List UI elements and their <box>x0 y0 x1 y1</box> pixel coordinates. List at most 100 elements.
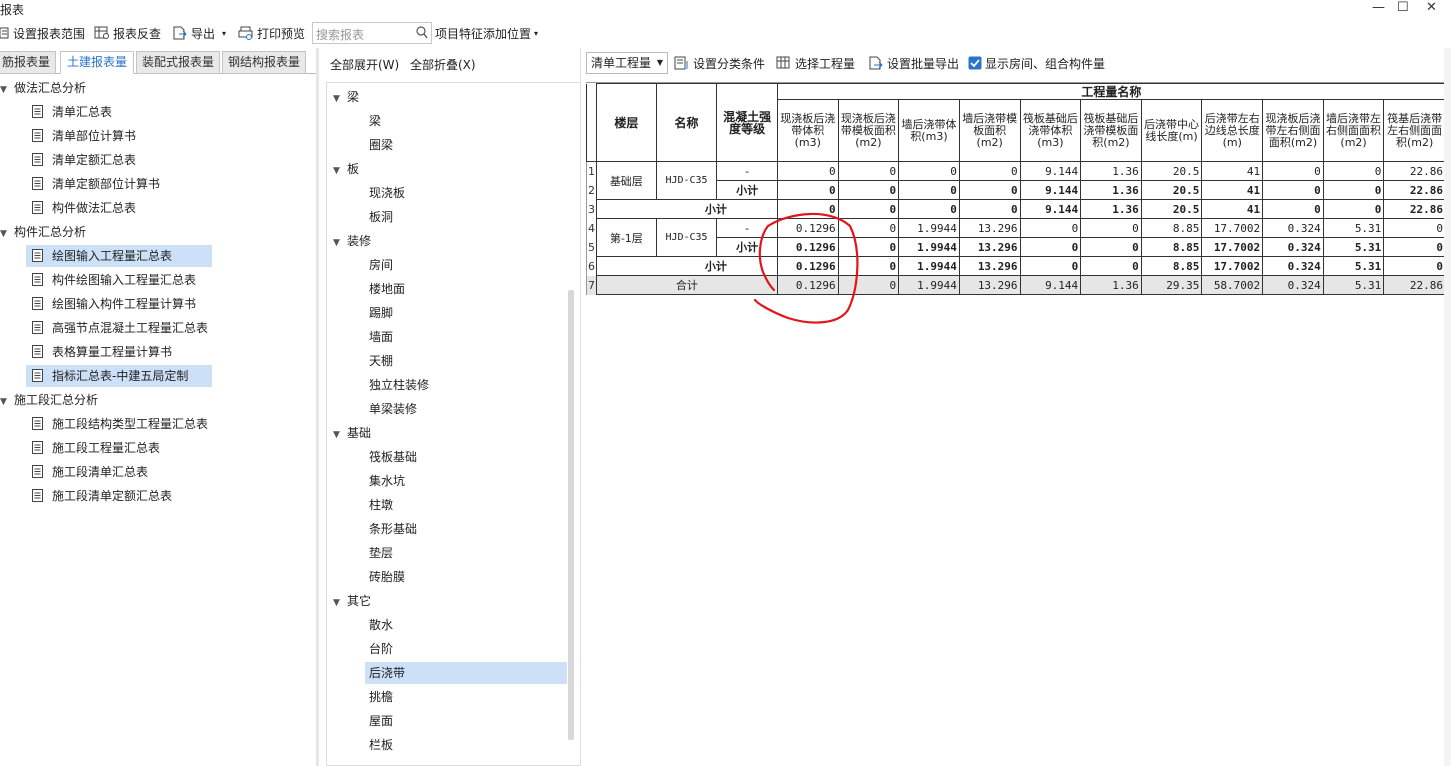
header-quantity-column[interactable]: 现浇板后浇带体积(m3) <box>776 99 839 162</box>
select-quantity-button[interactable]: 选择工程量 <box>776 54 855 72</box>
collapse-arrow-icon[interactable]: ▼ <box>0 79 8 101</box>
cell-value[interactable]: 0 <box>837 161 900 181</box>
tree-group[interactable]: ▼ 构件汇总分析 <box>0 221 86 243</box>
cell-value[interactable]: 1.9944 <box>898 218 960 238</box>
cell-value[interactable]: 5.31 <box>1322 275 1385 295</box>
component-item[interactable]: 天棚 <box>365 350 567 372</box>
cell-value[interactable]: 0 <box>1383 218 1446 238</box>
cell-value[interactable]: 8.85 <box>1140 237 1203 257</box>
component-item[interactable]: 独立柱装修 <box>365 374 567 396</box>
cell-value[interactable]: 13.296 <box>958 256 1021 276</box>
cell-value[interactable]: 0 <box>1322 161 1385 181</box>
print-preview-button[interactable]: 打印预览 <box>238 24 305 42</box>
cell-name[interactable]: HJD-C35 <box>655 161 718 200</box>
component-item[interactable]: 台阶 <box>365 638 567 660</box>
cell-value[interactable]: 1.9944 <box>898 275 960 295</box>
component-item[interactable]: 垫层 <box>365 542 567 564</box>
cell-value[interactable]: 8.85 <box>1140 256 1203 276</box>
reverse-check-button[interactable]: 报表反查 <box>94 24 161 42</box>
collapse-arrow-icon[interactable]: ▼ <box>0 391 8 413</box>
component-group[interactable]: ▼ 梁 <box>333 86 359 108</box>
tab-civil-report[interactable]: 土建报表量 <box>60 51 134 74</box>
tree-item-report[interactable]: 绘图输入构件工程量计算书 <box>26 293 212 315</box>
component-group[interactable]: ▼ 其它 <box>333 590 371 612</box>
tab-steel-report[interactable]: 钢结构报表量 <box>222 51 306 74</box>
tree-item-report[interactable]: 构件做法汇总表 <box>26 197 212 219</box>
tab-prefab-report[interactable]: 装配式报表量 <box>136 51 220 74</box>
cell-value[interactable]: 0 <box>837 256 900 276</box>
component-item[interactable]: 单梁装修 <box>365 398 567 420</box>
cell-grade[interactable]: - <box>716 161 778 181</box>
project-feature-dropdown[interactable]: 项目特征添加位置 ▾ <box>435 24 538 42</box>
table-row[interactable]: 3 小计 0 0 0 0 9.144 1.36 20.5 41 0 0 22.86 <box>586 199 1446 219</box>
header-quantity-column[interactable]: 后浇带左右边线总长度(m) <box>1201 99 1264 162</box>
cell-value[interactable]: 22.86 <box>1383 275 1446 295</box>
component-item[interactable]: 栏板 <box>365 734 567 756</box>
cell-grade[interactable]: 小计 <box>716 180 778 200</box>
tree-item-report[interactable]: 表格算量工程量计算书 <box>26 341 212 363</box>
cell-value[interactable]: 20.5 <box>1140 161 1203 181</box>
table-row[interactable]: 6 小计 0.1296 0 1.9944 13.296 0 0 8.85 17.7002 0.324… <box>586 256 1446 276</box>
cell-value[interactable]: 0 <box>958 199 1021 219</box>
cell-summary-label[interactable]: 小计 <box>596 256 778 276</box>
header-quantity-column[interactable]: 后浇带中心线长度(m) <box>1140 99 1203 162</box>
cell-value[interactable]: 0.324 <box>1262 237 1324 257</box>
cell-value[interactable]: 17.7002 <box>1201 237 1264 257</box>
cell-value[interactable]: 17.7002 <box>1201 218 1264 238</box>
cell-value[interactable]: 1.36 <box>1080 199 1142 219</box>
component-item[interactable]: 条形基础 <box>365 518 567 540</box>
header-quantity-column[interactable]: 筏板基础后浇带体积(m3) <box>1019 99 1082 162</box>
cell-value[interactable]: 0 <box>1080 237 1142 257</box>
cell-value[interactable]: 1.36 <box>1080 161 1142 181</box>
cell-value[interactable]: 5.31 <box>1322 218 1385 238</box>
cell-grade[interactable]: - <box>716 218 778 238</box>
cell-grade[interactable]: 小计 <box>716 237 778 257</box>
component-item[interactable]: 砖胎膜 <box>365 566 567 588</box>
cell-value[interactable]: 29.35 <box>1140 275 1203 295</box>
cell-value[interactable]: 0.1296 <box>776 237 839 257</box>
cell-value[interactable]: 0 <box>1019 218 1082 238</box>
right-scrollbar[interactable] <box>1444 48 1451 766</box>
component-item[interactable]: 圈梁 <box>365 134 567 156</box>
tree-group[interactable]: ▼ 做法汇总分析 <box>0 77 86 99</box>
cell-value[interactable]: 22.86 <box>1383 180 1446 200</box>
tree-item-report[interactable]: 绘图输入工程量汇总表 <box>26 245 212 267</box>
cell-value[interactable]: 17.7002 <box>1201 256 1264 276</box>
tree-item-report[interactable]: 施工段清单汇总表 <box>26 461 212 483</box>
search-icon[interactable] <box>416 26 428 39</box>
cell-value[interactable]: 0 <box>1322 199 1385 219</box>
cell-value[interactable]: 1.36 <box>1080 275 1142 295</box>
cell-value[interactable]: 0 <box>898 161 960 181</box>
cell-summary-label[interactable]: 小计 <box>596 199 778 219</box>
cell-value[interactable]: 5.31 <box>1322 237 1385 257</box>
set-range-button[interactable]: 设置报表范围 <box>0 24 85 42</box>
tree-item-report[interactable]: 清单部位计算书 <box>26 125 212 147</box>
cell-value[interactable]: 9.144 <box>1019 275 1082 295</box>
component-item[interactable]: 房间 <box>365 254 567 276</box>
cell-name[interactable]: HJD-C35 <box>655 218 718 257</box>
tree-item-report[interactable]: 施工段清单定额汇总表 <box>26 485 212 507</box>
cell-value[interactable]: 13.296 <box>958 237 1021 257</box>
cell-value[interactable]: 0.1296 <box>776 275 839 295</box>
header-quantity-column[interactable]: 筏基后浇带左右侧面面积(m2) <box>1383 99 1446 162</box>
component-item[interactable]: 筏板基础 <box>365 446 567 468</box>
tree-item-report[interactable]: 清单汇总表 <box>26 101 212 123</box>
collapse-arrow-icon[interactable]: ▼ <box>333 160 341 182</box>
cell-value[interactable]: 0 <box>1383 237 1446 257</box>
tree-item-report[interactable]: 清单定额部位计算书 <box>26 173 212 195</box>
panel-splitter[interactable] <box>580 48 584 766</box>
cell-value[interactable]: 9.144 <box>1019 199 1082 219</box>
cell-value[interactable]: 0 <box>837 199 900 219</box>
cell-value[interactable]: 0 <box>1080 218 1142 238</box>
cell-value[interactable]: 0 <box>1262 199 1324 219</box>
table-row[interactable]: 7 合计 0.1296 0 1.9944 13.296 9.144 1.36 29.35 58.7… <box>586 275 1446 295</box>
component-item[interactable]: 散水 <box>365 614 567 636</box>
tree-item-report[interactable]: 指标汇总表-中建五局定制 <box>26 365 212 387</box>
cell-value[interactable]: 5.31 <box>1322 256 1385 276</box>
component-item[interactable]: 现浇板 <box>365 182 567 204</box>
cell-value[interactable]: 0.324 <box>1262 275 1324 295</box>
cell-value[interactable]: 0.324 <box>1262 256 1324 276</box>
close-button[interactable]: ✕ <box>1426 0 1437 15</box>
cell-floor[interactable]: 第-1层 <box>596 218 657 257</box>
tree-group[interactable]: ▼ 施工段汇总分析 <box>0 389 98 411</box>
